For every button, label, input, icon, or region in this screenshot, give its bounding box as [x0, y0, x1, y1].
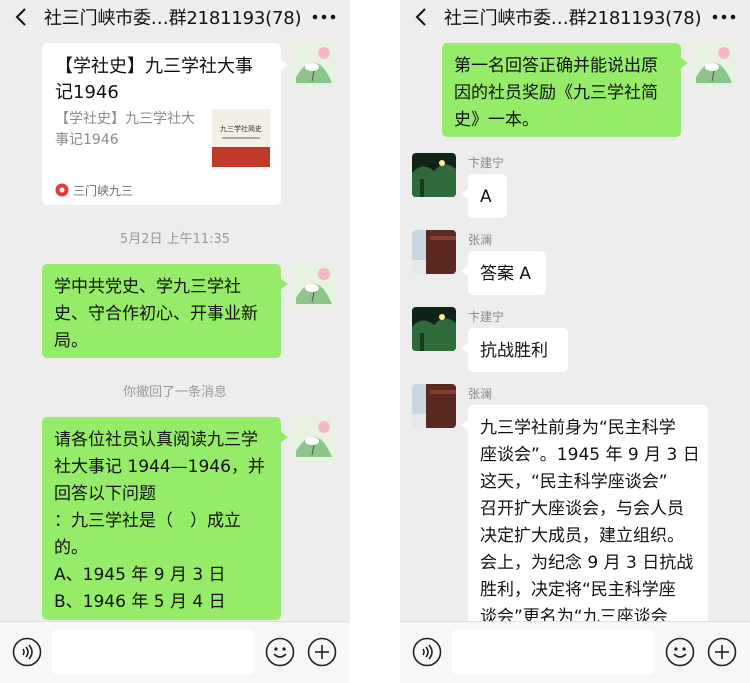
night-scene-avatar-icon: [412, 307, 456, 351]
recall-notice: 你撤回了一条消息: [122, 385, 227, 400]
input-toolbar: [0, 621, 350, 683]
message-line: 社大事记 1944—1946，并: [54, 457, 265, 477]
chat-screen-right: 社三门峡市委…群2181193(78) 第一名回答正确并能说出原 因的社员奖励《…: [400, 0, 750, 683]
message-line: 史、守合作初心、开事业新: [54, 304, 258, 324]
message-line: 因的社员奖励《九三学社简: [454, 83, 658, 103]
chat-screen-left: 社三门峡市委…群2181193(78) 【学社史】九三学社大事记1946 【学社…: [0, 0, 350, 683]
emoji-icon[interactable]: [265, 637, 295, 667]
message-bubble[interactable]: 答案 A: [461, 251, 546, 295]
self-avatar[interactable]: [292, 264, 336, 308]
message-line: 请各位社员认真阅读九三学: [54, 430, 258, 450]
thumb-title: 九三学社简史: [220, 124, 262, 133]
message-line: 史》一本。: [454, 110, 539, 130]
message-bubble[interactable]: 学中共党史、学九三学社 史、守合作初心、开事业新 局。: [42, 264, 288, 358]
message-bubble[interactable]: A: [461, 174, 507, 218]
sender-name: 卞建宁: [468, 156, 505, 170]
crane-avatar-icon: [292, 417, 336, 461]
message-line: 决定扩大成员，建立组织。: [480, 526, 684, 546]
message-line: 会上，为纪念 9 月 3 日抗战: [480, 553, 694, 573]
self-avatar[interactable]: [692, 43, 736, 87]
message-line: 九三学社前身为“民主科学: [480, 418, 676, 438]
sender-name: 张澜: [468, 387, 493, 401]
timestamp: 5月2日 上午11:35: [119, 232, 231, 247]
chat-title: 社三门峡市委…群2181193(78): [444, 8, 702, 29]
self-avatar[interactable]: [292, 417, 336, 461]
message-line: 抗战胜利: [480, 341, 548, 361]
card-description: 【学社史】九三学社大事记1946: [55, 111, 195, 148]
message-line: 第一名回答正确并能说出原: [454, 56, 658, 76]
crane-avatar-icon: [292, 264, 336, 308]
message-input[interactable]: [452, 630, 654, 674]
card-source: 三门峡九三: [55, 182, 133, 199]
chat-title: 社三门峡市委…群2181193(78): [44, 8, 302, 29]
voice-icon[interactable]: [12, 637, 42, 667]
message-line: 的。: [54, 538, 88, 558]
voice-icon[interactable]: [412, 637, 442, 667]
emoji-icon[interactable]: [665, 637, 695, 667]
message-line: B、1946 年 5 月 4 日: [54, 592, 226, 612]
message-line: A: [480, 187, 492, 207]
source-name: 三门峡九三: [73, 184, 134, 198]
message-line: A、1945 年 9 月 3 日: [54, 565, 226, 585]
more-icon[interactable]: [310, 9, 338, 25]
sender-name: 张澜: [468, 233, 493, 247]
night-scene-avatar-icon: [412, 153, 456, 197]
message-bubble[interactable]: 请各位社员认真阅读九三学 社大事记 1944—1946，并 回答以下问题 ：九三…: [42, 417, 288, 620]
crane-avatar-icon: [292, 43, 336, 87]
self-avatar[interactable]: [292, 43, 336, 87]
message-line: 召开扩大座谈会，与会人员: [480, 499, 684, 519]
message-bubble[interactable]: 第一名回答正确并能说出原 因的社员奖励《九三学社简 史》一本。: [442, 43, 688, 137]
book-cover-thumbnail: 九三学社简史: [212, 109, 270, 167]
message-line: 座谈会”。1945 年 9 月 3 日: [480, 445, 700, 465]
member-avatar[interactable]: [412, 230, 456, 274]
card-divider: [55, 219, 268, 221]
back-arrow-icon[interactable]: [12, 7, 32, 27]
card-title: 【学社史】九三学社大事记1946: [55, 56, 253, 103]
building-avatar-icon: [412, 230, 456, 274]
message-line: 学中共党史、学九三学社: [54, 277, 241, 297]
member-avatar[interactable]: [412, 153, 456, 197]
message-input[interactable]: [52, 630, 254, 674]
message-line: 胜利，决定将“民主科学座: [480, 580, 676, 600]
article-card[interactable]: 【学社史】九三学社大事记1946 【学社史】九三学社大事记1946 九三学社简史…: [42, 43, 288, 221]
message-line: 回答以下问题: [54, 484, 156, 504]
member-avatar[interactable]: [412, 307, 456, 351]
building-avatar-icon: [412, 384, 456, 428]
source-logo-icon: [55, 183, 69, 197]
input-toolbar: [400, 621, 750, 683]
crane-avatar-icon: [692, 43, 736, 87]
message-bubble[interactable]: 抗战胜利: [461, 328, 568, 372]
chat-header: 社三门峡市委…群2181193(78): [0, 0, 350, 34]
plus-icon[interactable]: [707, 637, 737, 667]
message-bubble[interactable]: 九三学社前身为“民主科学 座谈会”。1945 年 9 月 3 日 这天，“民主科…: [461, 405, 708, 631]
message-line: 这天，“民主科学座谈会”: [480, 472, 668, 492]
sender-name: 卞建宁: [468, 310, 505, 324]
member-avatar[interactable]: [412, 384, 456, 428]
message-line: 答案 A: [480, 264, 532, 284]
message-line: 局。: [54, 331, 88, 351]
more-icon[interactable]: [710, 9, 738, 25]
message-line: ：九三学社是（ ）成立: [54, 511, 241, 531]
chat-header: 社三门峡市委…群2181193(78): [400, 0, 750, 34]
back-arrow-icon[interactable]: [412, 7, 432, 27]
plus-icon[interactable]: [307, 637, 337, 667]
